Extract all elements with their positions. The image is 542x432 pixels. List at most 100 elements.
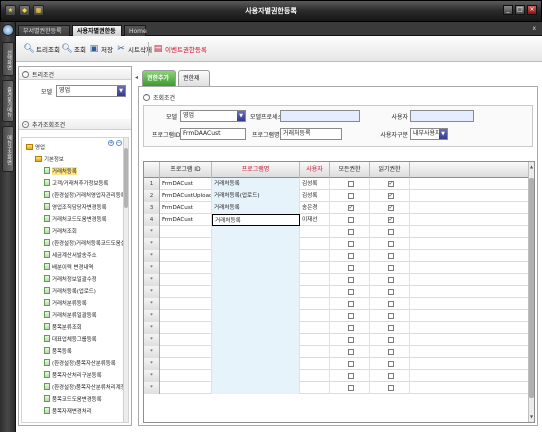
- model-process-input[interactable]: [280, 110, 360, 122]
- read-permission-checkbox[interactable]: [387, 301, 394, 307]
- grid-cell-name[interactable]: [212, 274, 300, 286]
- table-row[interactable]: 3 FrmDACust 거래처등록 송은경 ✓ ✓: [144, 202, 530, 214]
- grid-cell-user[interactable]: 김성록: [300, 190, 330, 202]
- tree-node[interactable]: 품목자재변경처리: [44, 406, 92, 415]
- close-button[interactable]: ×: [527, 5, 537, 15]
- tree-node[interactable]: 품목코드도움변경등록: [44, 394, 102, 403]
- read-permission-cell[interactable]: [370, 262, 410, 274]
- table-row[interactable]: *: [144, 346, 530, 358]
- minimize-button[interactable]: _: [503, 5, 513, 15]
- all-permission-cell[interactable]: [330, 238, 370, 250]
- tab-add-permission[interactable]: 권한추가: [142, 70, 176, 86]
- tree-node[interactable]: (환경설정)거래처등록코드도움설정: [44, 238, 128, 247]
- grid-cell-name[interactable]: 거래처등록: [212, 202, 300, 214]
- read-permission-cell[interactable]: [370, 346, 410, 358]
- grid-cell-user[interactable]: [300, 226, 330, 238]
- grid-cell-name[interactable]: [212, 346, 300, 358]
- read-permission-cell[interactable]: [370, 226, 410, 238]
- read-permission-checkbox[interactable]: [387, 313, 394, 319]
- all-permission-checkbox[interactable]: [347, 265, 354, 271]
- dock-tab-favorites[interactable]: 즐겨찾기메뉴: [2, 80, 14, 122]
- tree-scroll-thumb[interactable]: [124, 148, 128, 208]
- table-row[interactable]: *: [144, 322, 530, 334]
- tree-node[interactable]: 품목등록: [44, 346, 72, 355]
- tree-node[interactable]: 품목분류조회: [44, 322, 82, 331]
- grid-cell-user[interactable]: [300, 250, 330, 262]
- grid-cell-name[interactable]: 거래처등록: [212, 178, 300, 190]
- read-permission-cell[interactable]: [370, 274, 410, 286]
- read-permission-cell[interactable]: ✓: [370, 178, 410, 190]
- chevron-down-icon[interactable]: ▼: [117, 86, 126, 96]
- grid-header-read-permission[interactable]: 읽기권한: [370, 162, 410, 178]
- grid-cell-id[interactable]: [160, 310, 212, 322]
- all-permission-cell[interactable]: [330, 382, 370, 394]
- grid-cell-name[interactable]: [212, 226, 300, 238]
- tree-node[interactable]: 영업조직담당자변경등록: [44, 202, 107, 211]
- tab-exclude-permission[interactable]: 권한제외: [178, 70, 210, 98]
- read-permission-checkbox[interactable]: [387, 253, 394, 259]
- table-row[interactable]: *: [144, 286, 530, 298]
- grid-cell-id[interactable]: [160, 226, 212, 238]
- grid-cell-name[interactable]: [212, 358, 300, 370]
- all-permission-checkbox[interactable]: [347, 229, 354, 235]
- all-permission-cell[interactable]: [330, 298, 370, 310]
- read-permission-cell[interactable]: [370, 298, 410, 310]
- tree-node[interactable]: (환경설정)품목자산분류등록: [44, 358, 116, 367]
- tree-node[interactable]: 거래처정보일괄수정: [44, 274, 97, 283]
- all-permission-cell[interactable]: [330, 250, 370, 262]
- grid-cell-id[interactable]: [160, 250, 212, 262]
- maximize-button[interactable]: □: [515, 5, 525, 15]
- table-row[interactable]: 4 FrmDACust 거래처등록 이재선 ✓: [144, 214, 530, 226]
- table-row[interactable]: *: [144, 250, 530, 262]
- tree-node[interactable]: 거래처등록: [44, 166, 77, 175]
- model-select[interactable]: 영업 ▼: [180, 110, 246, 122]
- grid-cell-name[interactable]: [212, 370, 300, 382]
- read-permission-checkbox[interactable]: [387, 385, 394, 391]
- table-row[interactable]: *: [144, 226, 530, 238]
- grid-cell-name[interactable]: 거래처등록(업로드): [212, 190, 300, 202]
- all-permission-cell[interactable]: [330, 178, 370, 190]
- tree-node[interactable]: (환경설정)거래처영업자관리등록: [44, 190, 126, 199]
- expand-icon[interactable]: ⌄: [22, 120, 29, 128]
- read-permission-checkbox[interactable]: [387, 265, 394, 271]
- grid-cell-name[interactable]: [212, 310, 300, 322]
- grid-cell-user[interactable]: [300, 238, 330, 250]
- all-permission-checkbox[interactable]: [347, 361, 354, 367]
- all-permission-cell[interactable]: [330, 190, 370, 202]
- tree-node[interactable]: 대표업체등그룹등록: [44, 334, 97, 343]
- grid-cell-id[interactable]: [160, 358, 212, 370]
- grid-cell-id[interactable]: FrmDACust: [160, 214, 212, 226]
- all-permission-checkbox[interactable]: [347, 373, 354, 379]
- all-permission-cell[interactable]: [330, 214, 370, 226]
- doc-tab-user-permission[interactable]: 사용자별권한등록: [72, 25, 122, 46]
- grid-cell-id[interactable]: [160, 262, 212, 274]
- all-permission-cell[interactable]: [330, 274, 370, 286]
- grid-cell-name[interactable]: [212, 382, 300, 394]
- chevron-down-icon[interactable]: ▼: [237, 111, 245, 121]
- table-row[interactable]: *: [144, 274, 530, 286]
- extra-condition-header[interactable]: ⌄ 추가조회조건: [19, 119, 131, 130]
- grid-cell-id[interactable]: FrmDACustUpload: [160, 190, 212, 202]
- collapse-icon[interactable]: ⌃: [143, 94, 150, 101]
- chevron-down-icon[interactable]: ▼: [439, 129, 447, 139]
- delete-sheet-button[interactable]: ✂ 시트삭제: [116, 42, 152, 56]
- grid-cell-user[interactable]: 이재선: [300, 214, 330, 226]
- read-permission-cell[interactable]: [370, 370, 410, 382]
- table-row[interactable]: 2 FrmDACustUpload 거래처등록(업로드) 김성록 ✓: [144, 190, 530, 202]
- table-row[interactable]: *: [144, 238, 530, 250]
- grid-cell-id[interactable]: [160, 238, 212, 250]
- all-permission-cell[interactable]: [330, 226, 370, 238]
- all-permission-checkbox[interactable]: [347, 337, 354, 343]
- grid-header-all-permission[interactable]: 모든권한: [330, 162, 370, 178]
- all-permission-checkbox[interactable]: [347, 301, 354, 307]
- table-row[interactable]: *: [144, 310, 530, 322]
- grid-cell-user[interactable]: 송은경: [300, 202, 330, 214]
- read-permission-checkbox[interactable]: [387, 277, 394, 283]
- tree-condition-header[interactable]: ⌃ 트리조건: [19, 69, 131, 80]
- tree-node[interactable]: 거래처등록(업로드): [44, 286, 96, 295]
- read-permission-checkbox[interactable]: [387, 325, 394, 331]
- read-permission-checkbox[interactable]: ✓: [387, 205, 394, 211]
- all-permission-checkbox[interactable]: [347, 193, 354, 199]
- all-permission-cell[interactable]: [330, 262, 370, 274]
- table-row[interactable]: *: [144, 262, 530, 274]
